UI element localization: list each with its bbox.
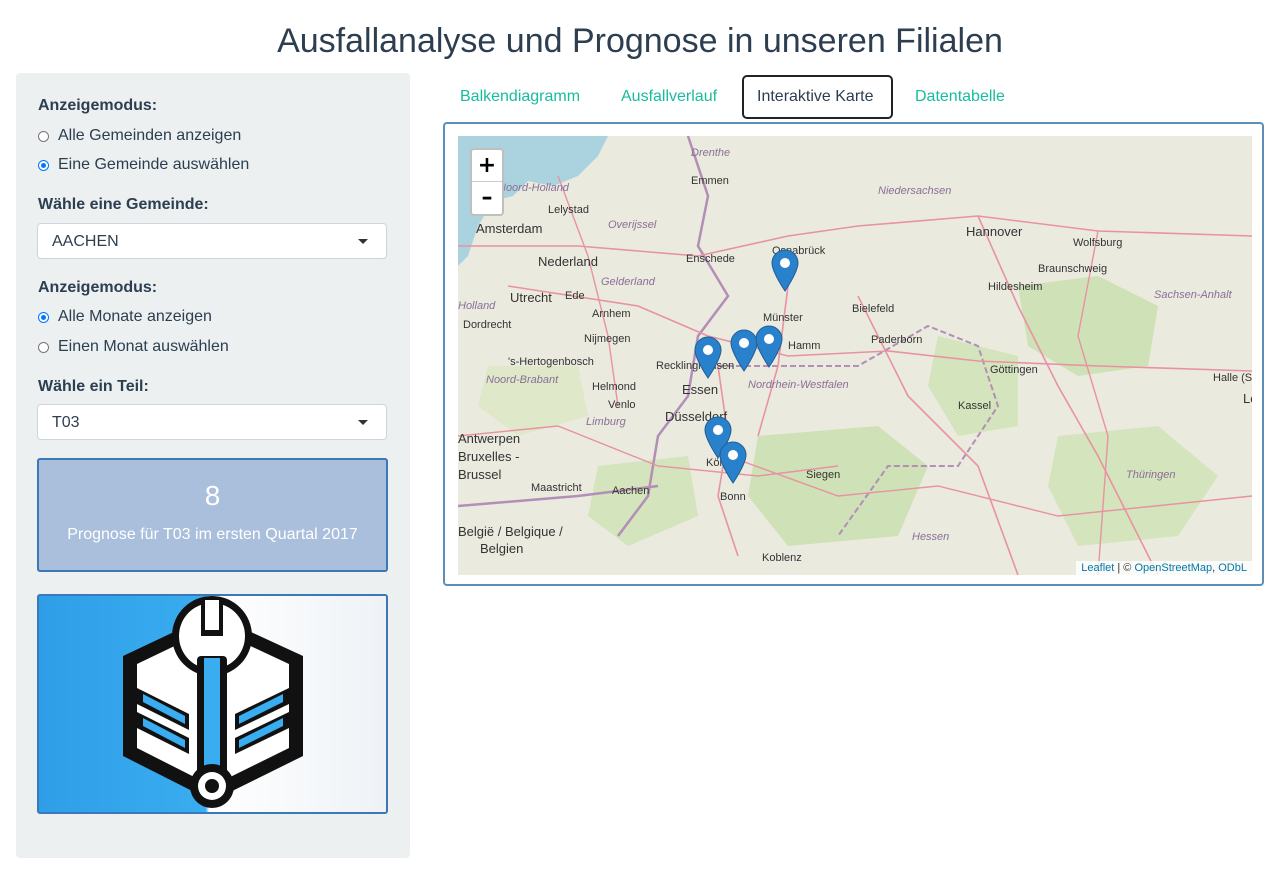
radio-circle-icon[interactable] (38, 130, 49, 142)
map-place-label: België / Belgique / (458, 524, 563, 539)
map-place-label: Hannover (966, 224, 1023, 239)
map-place-label: Venlo (608, 399, 636, 411)
map-place-label: Braunschweig (1038, 263, 1107, 275)
radio-circle-icon[interactable] (38, 341, 49, 353)
map-place-label: Paderborn (871, 334, 922, 346)
tab-data-table[interactable]: Datentabelle (915, 75, 1005, 119)
map-place-label: Niedersachsen (878, 185, 951, 197)
radio-label: Alle Monate anzeigen (58, 308, 212, 325)
map-place-label: Wolfsburg (1073, 237, 1122, 249)
zoom-control: + – (470, 148, 504, 216)
radio-label: Einen Monat auswählen (58, 338, 229, 355)
map-place-label: Essen (682, 382, 718, 397)
part-select-label: Wähle ein Teil: (38, 378, 149, 395)
map-place-label: Brussel (458, 467, 501, 482)
map-place-label: Recklinghausen (656, 360, 734, 372)
app-logo (37, 594, 388, 814)
map-place-label: Göttingen (990, 364, 1038, 376)
forecast-value-box: 8 Prognose für T03 im ersten Quartal 201… (37, 458, 388, 572)
map-place-label: Maastricht (531, 482, 582, 494)
radio-label: Eine Gemeinde auswählen (58, 156, 250, 173)
map-place-label: Sachsen-Anhalt (1154, 289, 1233, 301)
map-place-label: Bruxelles - (458, 449, 519, 464)
map-place-label: Nederland (538, 254, 598, 269)
map-place-label: Ede (565, 290, 585, 302)
map-place-label: Dordrecht (463, 319, 511, 331)
map-place-label: Le (1243, 391, 1252, 406)
display-mode-months-label: Anzeigemodus: (38, 279, 158, 296)
map-panel: Drenthe Emmen Noord-Holland Lelystad Amsterd… (443, 122, 1264, 586)
map-place-label: Hildesheim (988, 281, 1042, 293)
attribution-separator: | © (1114, 562, 1135, 574)
radio-all-months[interactable]: Alle Monate anzeigen (38, 308, 212, 326)
map-place-label: Antwerpen (458, 431, 520, 446)
forecast-caption: Prognose für T03 im ersten Quartal 2017 (67, 526, 358, 543)
map-place-label: Lelystad (548, 204, 589, 216)
map-place-label: Thüringen (1126, 469, 1176, 481)
zoom-in-button[interactable]: + (472, 150, 502, 182)
map-place-label: Amsterdam (476, 221, 542, 236)
odbl-link[interactable]: ODbL (1218, 562, 1247, 574)
map-place-label: Nordrhein-Westfalen (748, 379, 849, 391)
map-place-label: 's-Hertogenbosch (508, 356, 594, 368)
map-place-label: Siegen (806, 469, 840, 481)
page-title: Ausfallanalyse und Prognose in unseren F… (277, 22, 1003, 60)
tab-bar-chart[interactable]: Balkendiagramm (460, 75, 580, 119)
community-select[interactable]: AACHEN (37, 223, 387, 259)
map-place-label: Noord-Holland (498, 182, 570, 194)
leaflet-link[interactable]: Leaflet (1081, 562, 1114, 574)
map-place-label: Koblenz (762, 552, 802, 564)
map-place-label: Holland (458, 300, 496, 312)
map-place-label: Utrecht (510, 290, 552, 305)
map-place-label: Bonn (720, 491, 746, 503)
map-place-label: Limburg (586, 416, 627, 428)
map-place-label: Overijssel (608, 219, 657, 231)
part-select[interactable]: T03 (37, 404, 387, 440)
map-tiles[interactable]: Drenthe Emmen Noord-Holland Lelystad Amsterd… (458, 136, 1252, 575)
radio-all-communities[interactable]: Alle Gemeinden anzeigen (38, 127, 241, 145)
map-place-label: Arnhem (592, 308, 631, 320)
radio-circle-selected-icon[interactable] (38, 159, 49, 171)
map-place-label: Münster (763, 312, 803, 324)
map-place-label: Halle (Saale) (1213, 372, 1252, 384)
map-place-label: Helmond (592, 381, 636, 393)
map-place-label: Hessen (912, 531, 949, 543)
radio-circle-selected-icon[interactable] (38, 311, 49, 323)
map-place-label: Bielefeld (852, 303, 894, 315)
caret-down-icon (358, 420, 368, 425)
map-place-label: Nijmegen (584, 333, 630, 345)
map-place-label: Emmen (691, 175, 729, 187)
leaflet-map[interactable]: Drenthe Emmen Noord-Holland Lelystad Amsterd… (458, 136, 1252, 575)
tab-failure-history[interactable]: Ausfallverlauf (621, 75, 717, 119)
community-select-label: Wähle eine Gemeinde: (38, 196, 209, 213)
wrench-cube-logo-icon (123, 596, 303, 808)
display-mode-label: Anzeigemodus: (38, 97, 158, 114)
community-select-value: AACHEN (52, 233, 119, 250)
map-place-label: Hamm (788, 340, 820, 352)
forecast-value: 8 (204, 480, 221, 511)
osm-link[interactable]: OpenStreetMap (1134, 562, 1212, 574)
map-place-label: Gelderland (601, 276, 656, 288)
radio-label: Alle Gemeinden anzeigen (58, 127, 242, 144)
sidebar-panel: Anzeigemodus: Alle Gemeinden anzeigen Ei… (16, 73, 410, 858)
map-place-label: Belgien (480, 541, 523, 556)
map-place-label: Drenthe (691, 147, 730, 159)
part-select-value: T03 (52, 414, 80, 431)
map-place-label: Aachen (612, 485, 649, 497)
map-place-label: Enschede (686, 253, 735, 265)
map-attribution: Leaflet | © OpenStreetMap, ODbL (1076, 561, 1252, 575)
zoom-out-button[interactable]: – (472, 182, 502, 213)
radio-one-month[interactable]: Einen Monat auswählen (38, 338, 229, 356)
tab-interactive-map[interactable]: Interaktive Karte (742, 75, 893, 119)
map-place-label: Noord-Brabant (486, 374, 559, 386)
map-place-label: Kassel (958, 400, 991, 412)
caret-down-icon (358, 239, 368, 244)
radio-one-community[interactable]: Eine Gemeinde auswählen (38, 156, 249, 174)
